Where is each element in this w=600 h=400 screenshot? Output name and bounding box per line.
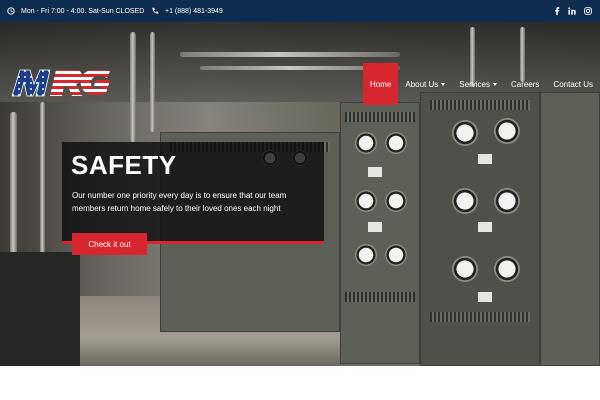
business-hours: Mon - Fri 7:00 - 4:00. Sat-Sun CLOSED: [7, 0, 144, 22]
panel-gauge: [355, 244, 377, 266]
hero-section: Home About Us Services Careers Contact U…: [0, 22, 600, 366]
facebook-icon[interactable]: [554, 7, 560, 15]
nav-item-label: Careers: [510, 79, 540, 89]
foreground-cabinet: [0, 252, 80, 366]
company-logo[interactable]: [10, 62, 118, 102]
panel-vent: [345, 292, 415, 302]
panel-vent: [430, 312, 530, 322]
main-navigation: Home About Us Services Careers Contact U…: [363, 63, 600, 105]
hero-content-card: SAFETY Our number one priority every day…: [62, 142, 324, 244]
panel-gauge: [494, 188, 520, 214]
linkedin-icon[interactable]: [568, 7, 576, 15]
panel-vent: [345, 112, 415, 122]
panel-gauge: [452, 256, 478, 282]
nav-item-label: Services: [459, 79, 490, 89]
panel-label: [478, 222, 492, 232]
panel-gauge: [494, 118, 520, 144]
check-it-out-button[interactable]: Check it out: [72, 233, 147, 255]
instagram-icon[interactable]: [584, 7, 592, 15]
conduit-pipe: [180, 52, 400, 57]
panel-gauge: [355, 190, 377, 212]
panel-label: [478, 154, 492, 164]
chevron-down-icon: [492, 82, 497, 86]
panel-gauge: [385, 190, 407, 212]
switchgear-panel: [540, 92, 600, 366]
hero-description: Our number one priority every day is to …: [72, 191, 287, 213]
nav-item-contact-us[interactable]: Contact Us: [546, 63, 600, 105]
panel-label: [368, 167, 382, 177]
nav-item-label: About Us: [405, 79, 439, 89]
conduit-pipe: [150, 32, 155, 132]
phone-text[interactable]: +1 (888) 481-3949: [165, 8, 223, 15]
panel-gauge: [355, 132, 377, 154]
hero-title: SAFETY: [71, 150, 177, 180]
panel-gauge: [385, 244, 407, 266]
panel-gauge: [494, 256, 520, 282]
chevron-down-icon: [441, 82, 446, 86]
nav-item-home[interactable]: Home: [363, 63, 399, 105]
conduit-pipe: [130, 32, 136, 142]
panel-gauge: [385, 132, 407, 154]
nav-item-services[interactable]: Services: [452, 63, 504, 105]
switchgear-panel: [340, 102, 420, 364]
panel-label: [478, 292, 492, 302]
clock-icon: [7, 7, 15, 15]
panel-gauge: [452, 120, 478, 146]
nav-item-label: Home: [370, 79, 392, 89]
phone-contact[interactable]: +1 (888) 481-3949: [151, 0, 223, 22]
panel-label: [368, 222, 382, 232]
hours-text: Mon - Fri 7:00 - 4:00. Sat-Sun CLOSED: [21, 7, 145, 15]
nav-item-careers[interactable]: Careers: [504, 63, 546, 105]
top-info-bar: Mon - Fri 7:00 - 4:00. Sat-Sun CLOSED +1…: [0, 0, 600, 22]
panel-gauge: [452, 188, 478, 214]
nav-item-label: Contact Us: [553, 79, 593, 89]
social-links: [554, 0, 592, 22]
nav-item-about-us[interactable]: About Us: [398, 63, 452, 105]
phone-icon: [152, 7, 159, 14]
